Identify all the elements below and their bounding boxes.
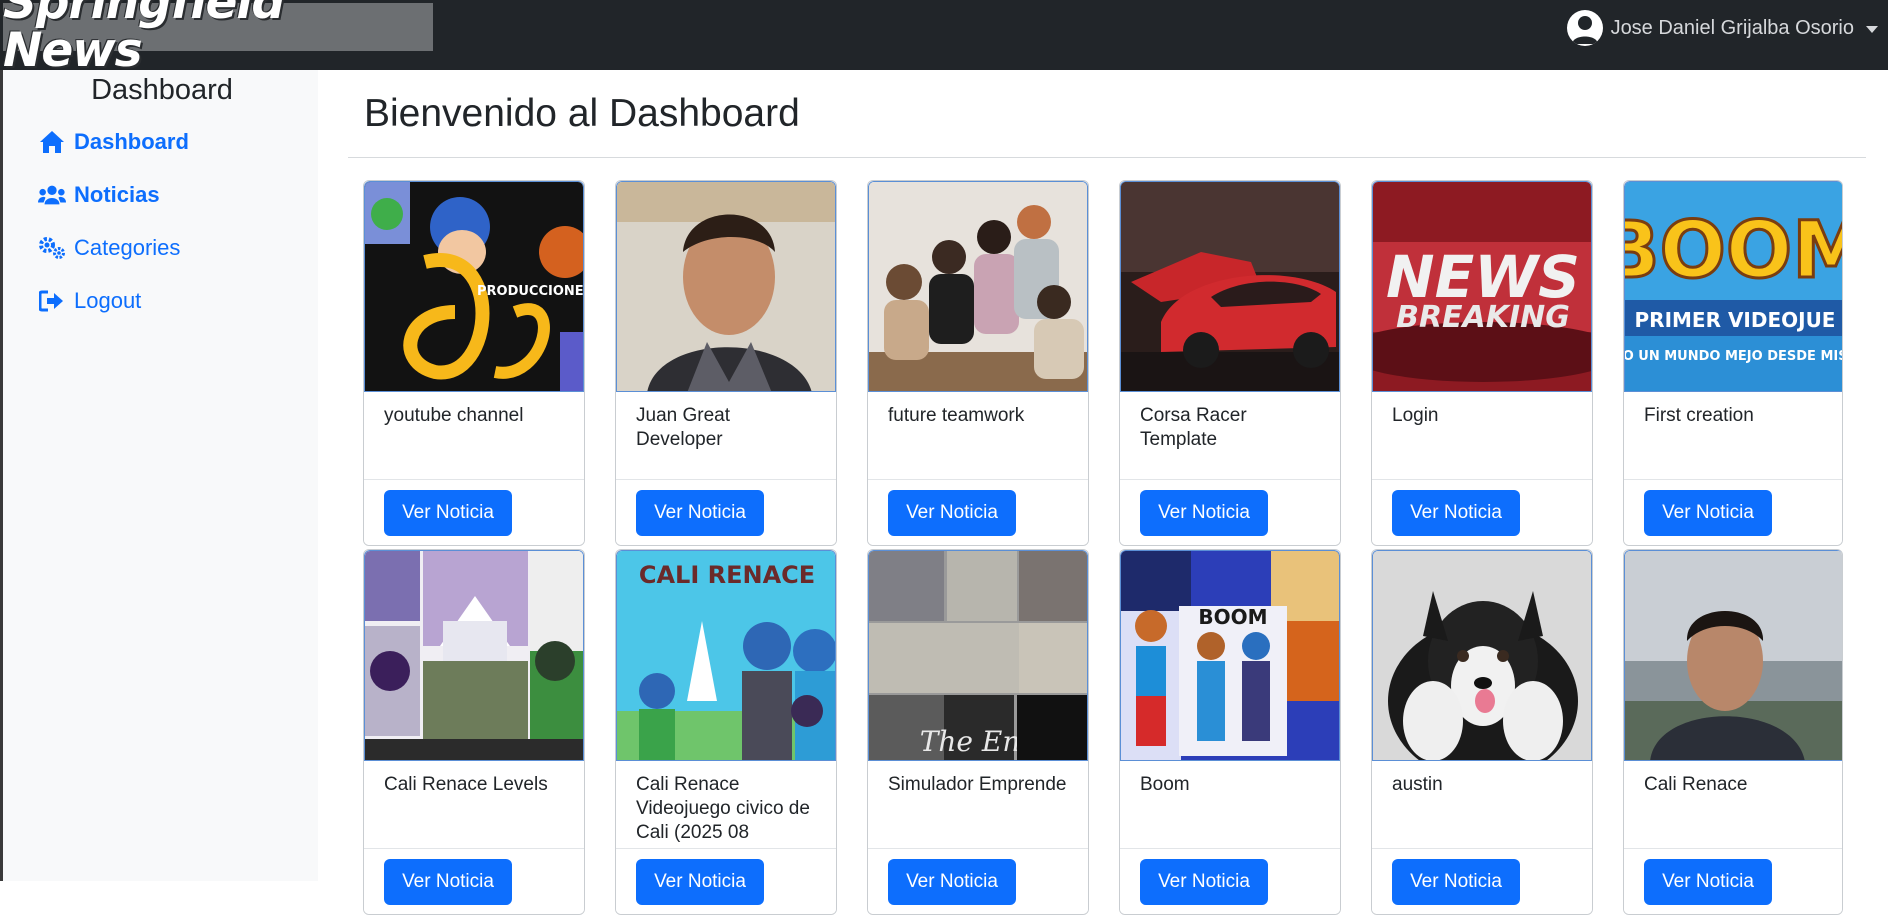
users-icon xyxy=(38,181,66,209)
card-footer: Ver Noticia xyxy=(1120,848,1340,914)
card-footer: Ver Noticia xyxy=(868,479,1088,545)
news-card: PRODUCCIONES youtube channel Ver Noticia xyxy=(363,180,585,546)
card-title: Cali Renace xyxy=(1644,774,1748,795)
image-caption: BREAKING xyxy=(1396,300,1570,335)
card-image[interactable]: NEWS BREAKING xyxy=(1372,181,1592,392)
card-title: Cali Renace Videojuego civico de Cali (2… xyxy=(636,774,810,843)
ver-noticia-button[interactable]: Ver Noticia xyxy=(384,490,512,536)
card-title: Cali Renace Levels xyxy=(384,774,548,795)
ver-noticia-button[interactable]: Ver Noticia xyxy=(636,490,764,536)
card-title: austin xyxy=(1392,774,1443,795)
user-menu-toggle[interactable]: Jose Daniel Grijalba Osorio xyxy=(1566,10,1878,46)
image-caption: PRIMER VIDEOJUE xyxy=(1635,308,1836,332)
card-title: Juan Great Developer xyxy=(636,405,730,450)
card-image[interactable] xyxy=(1120,181,1340,392)
image-caption: CALI RENACE xyxy=(639,561,815,589)
ver-noticia-button[interactable]: Ver Noticia xyxy=(888,859,1016,905)
news-card: future teamwork Ver Noticia xyxy=(867,180,1089,546)
sidebar-item-label: Categories xyxy=(74,235,181,260)
sidebar-item-label: Dashboard xyxy=(74,129,189,154)
news-card: Juan Great Developer Ver Noticia xyxy=(615,180,837,546)
news-card: BOOM Boom Ver Noticia xyxy=(1119,549,1341,915)
card-title: Login xyxy=(1392,405,1439,426)
ver-noticia-button[interactable]: Ver Noticia xyxy=(1392,490,1520,536)
card-image[interactable] xyxy=(616,181,836,392)
ver-noticia-button[interactable]: Ver Noticia xyxy=(1140,490,1268,536)
card-footer: Ver Noticia xyxy=(364,479,584,545)
sign-out-icon xyxy=(38,287,66,315)
chevron-down-icon xyxy=(1866,25,1878,33)
card-image[interactable]: BOOM xyxy=(1120,550,1340,761)
card-title: Boom xyxy=(1140,774,1190,795)
sidebar-item-noticias[interactable]: Noticias xyxy=(38,177,160,213)
brand-text: Springfield News xyxy=(3,0,285,78)
card-title: Simulador Emprende xyxy=(888,774,1067,795)
card-image[interactable]: The End xyxy=(868,550,1088,761)
card-title: future teamwork xyxy=(888,405,1025,426)
image-caption: BOOM xyxy=(1198,605,1267,629)
main-content: Bienvenido al Dashboard PRODUCCIONES you… xyxy=(318,70,1888,915)
user-name: Jose Daniel Grijalba Osorio xyxy=(1610,16,1854,39)
card-footer: Ver Noticia xyxy=(1624,479,1842,545)
news-card: Cali Renace Levels Ver Noticia xyxy=(363,549,585,915)
home-icon xyxy=(38,128,66,156)
sidebar-item-categories[interactable]: Categories xyxy=(38,230,180,266)
divider xyxy=(348,157,1866,158)
ver-noticia-button[interactable]: Ver Noticia xyxy=(384,859,512,905)
card-footer: Ver Noticia xyxy=(616,848,836,914)
card-image[interactable] xyxy=(1624,550,1842,761)
sidebar-item-label: Logout xyxy=(74,288,142,313)
page-title: Bienvenido al Dashboard xyxy=(364,92,800,135)
card-footer: Ver Noticia xyxy=(1120,479,1340,545)
card-footer: Ver Noticia xyxy=(1624,848,1842,914)
image-caption: PRODUCCIONES xyxy=(477,284,584,299)
news-card: The End Simulador Emprende Ver Noticia xyxy=(867,549,1089,915)
news-card: CALI RENACE Cali Renace Videojuego civic… xyxy=(615,549,837,915)
card-image[interactable]: CALI RENACE xyxy=(616,550,836,761)
sidebar-item-label: Noticias xyxy=(74,182,160,207)
card-title: Corsa Racer Template xyxy=(1140,405,1247,450)
news-card: NEWS BREAKING Login Ver Noticia xyxy=(1371,180,1593,546)
sidebar-item-logout[interactable]: Logout xyxy=(38,283,141,319)
card-image[interactable]: PRODUCCIONES xyxy=(364,181,584,392)
card-title: First creation xyxy=(1644,405,1754,426)
card-footer: Ver Noticia xyxy=(364,848,584,914)
sidebar-title: Dashboard xyxy=(91,74,233,106)
brand-logo[interactable]: Springfield News xyxy=(3,0,433,75)
card-image[interactable] xyxy=(364,550,584,761)
sidebar-item-dashboard[interactable]: Dashboard xyxy=(38,124,189,160)
card-footer: Ver Noticia xyxy=(868,848,1088,914)
ver-noticia-button[interactable]: Ver Noticia xyxy=(1644,490,1772,536)
card-image[interactable] xyxy=(1372,550,1592,761)
card-footer: Ver Noticia xyxy=(1372,848,1592,914)
news-card: austin Ver Noticia xyxy=(1371,549,1593,915)
news-card: Corsa Racer Template Ver Noticia xyxy=(1119,180,1341,546)
card-image[interactable]: BOOM PRIMER VIDEOJUE CREANDO UN MUNDO ME… xyxy=(1624,181,1843,392)
ver-noticia-button[interactable]: Ver Noticia xyxy=(1392,859,1520,905)
ver-noticia-button[interactable]: Ver Noticia xyxy=(1644,859,1772,905)
user-avatar-icon xyxy=(1566,10,1603,46)
top-navbar: Springfield News Jose Daniel Grijalba Os… xyxy=(0,0,1888,75)
card-image[interactable] xyxy=(868,181,1088,392)
image-caption: CREANDO UN MUNDO MEJO DESDE MIS INICIOS xyxy=(1625,349,1843,364)
image-caption: BOOM xyxy=(1625,206,1843,296)
gears-icon xyxy=(38,234,66,262)
ver-noticia-button[interactable]: Ver Noticia xyxy=(636,859,764,905)
news-card: BOOM PRIMER VIDEOJUE CREANDO UN MUNDO ME… xyxy=(1623,180,1843,546)
news-card: Cali Renace Ver Noticia xyxy=(1623,549,1843,915)
card-title: youtube channel xyxy=(384,405,524,426)
ver-noticia-button[interactable]: Ver Noticia xyxy=(1140,859,1268,905)
card-footer: Ver Noticia xyxy=(616,479,836,545)
ver-noticia-button[interactable]: Ver Noticia xyxy=(888,490,1016,536)
card-footer: Ver Noticia xyxy=(1372,479,1592,545)
sidebar: Dashboard Dashboard Noticias Categories … xyxy=(0,70,318,881)
